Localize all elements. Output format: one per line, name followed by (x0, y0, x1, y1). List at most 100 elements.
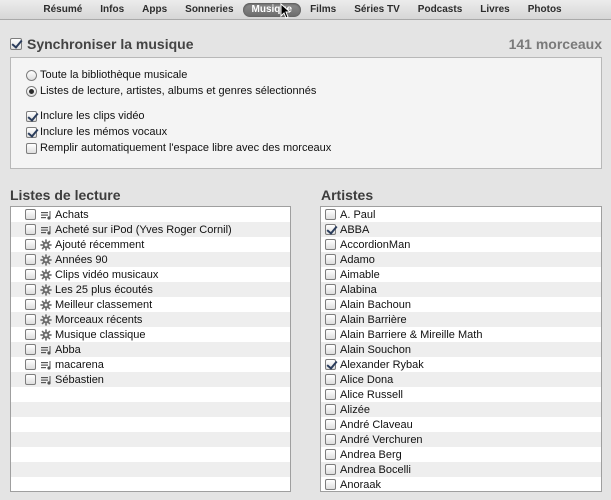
artist-item[interactable]: Alice Russell (321, 387, 601, 402)
playlist-icon (40, 224, 52, 236)
artists-title: Artistes (321, 187, 374, 203)
artist-item[interactable]: Andrea Bocelli (321, 462, 601, 477)
playlist-checkbox[interactable] (25, 209, 36, 220)
playlist-checkbox[interactable] (25, 224, 36, 235)
artist-item[interactable]: Alice Dona (321, 372, 601, 387)
artist-item[interactable]: ABBA (321, 222, 601, 237)
artist-label: Aimable (340, 268, 380, 281)
tab-podcasts[interactable]: Podcasts (409, 3, 471, 17)
artist-item[interactable]: Andrea Berg (321, 447, 601, 462)
playlist-checkbox[interactable] (25, 374, 36, 385)
artist-item[interactable]: Adamo (321, 252, 601, 267)
include-videos-checkbox[interactable] (26, 110, 37, 122)
artist-checkbox[interactable] (325, 434, 336, 445)
playlist-checkbox[interactable] (25, 359, 36, 370)
artist-item[interactable]: Alain Bachoun (321, 297, 601, 312)
playlists-title: Listes de lecture (10, 187, 121, 203)
playlist-checkbox[interactable] (25, 299, 36, 310)
artist-item[interactable]: Alain Souchon (321, 342, 601, 357)
tab-infos[interactable]: Infos (91, 3, 133, 17)
artist-checkbox[interactable] (325, 239, 336, 250)
radio-selected-items[interactable] (26, 85, 37, 97)
playlist-item[interactable]: Ajouté récemment (11, 237, 290, 252)
sync-music-checkbox[interactable] (10, 38, 22, 50)
playlist-label: Abba (55, 343, 81, 356)
include-videos-label: Inclure les clips vidéo (40, 110, 145, 122)
playlist-checkbox[interactable] (25, 284, 36, 295)
playlist-checkbox[interactable] (25, 344, 36, 355)
tab-series-tv[interactable]: Séries TV (345, 3, 409, 17)
playlist-item[interactable]: Abba (11, 342, 290, 357)
playlist-checkbox[interactable] (25, 269, 36, 280)
option-include-videos[interactable]: Inclure les clips vidéo (26, 110, 145, 122)
artist-checkbox[interactable] (325, 374, 336, 385)
artist-item[interactable]: Alain Barrière (321, 312, 601, 327)
artist-checkbox[interactable] (325, 404, 336, 415)
playlist-label: Musique classique (55, 328, 146, 341)
artist-label: Alain Barrière (340, 313, 407, 326)
tab-musique[interactable]: Musique (242, 2, 302, 17)
artist-item[interactable]: Anoraak (321, 477, 601, 491)
playlist-item[interactable]: macarena (11, 357, 290, 372)
artist-item[interactable]: AccordionMan (321, 237, 601, 252)
playlist-item[interactable]: Meilleur classement (11, 297, 290, 312)
playlist-item[interactable]: Morceaux récents (11, 312, 290, 327)
tab-films[interactable]: Films (301, 3, 345, 17)
tab-photos[interactable]: Photos (519, 3, 571, 17)
playlist-item[interactable]: Clips vidéo musicaux (11, 267, 290, 282)
tab-resume[interactable]: Résumé (34, 3, 91, 17)
option-include-memos[interactable]: Inclure les mémos vocaux (26, 126, 167, 138)
artist-item[interactable]: Alabina (321, 282, 601, 297)
artist-checkbox[interactable] (325, 359, 336, 370)
option-selected-items[interactable]: Listes de lecture, artistes, albums et g… (26, 85, 316, 97)
artist-checkbox[interactable] (325, 224, 336, 235)
playlist-checkbox[interactable] (25, 239, 36, 250)
playlist-item[interactable]: Musique classique (11, 327, 290, 342)
artists-list[interactable]: A. Paul ABBA AccordionMan Adamo Aimable Alabi… (320, 206, 602, 492)
playlist-item[interactable]: Les 25 plus écoutés (11, 282, 290, 297)
artist-checkbox[interactable] (325, 419, 336, 430)
artist-item[interactable]: André Verchuren (321, 432, 601, 447)
fill-space-checkbox[interactable] (26, 142, 37, 154)
playlists-list[interactable]: Achats Acheté sur iPod (Yves Roger Cornil… (10, 206, 291, 492)
artist-item[interactable]: Alexander Rybak (321, 357, 601, 372)
option-all-library[interactable]: Toute la bibliothèque musicale (26, 69, 187, 81)
playlist-label: Années 90 (55, 253, 108, 266)
artist-checkbox[interactable] (325, 209, 336, 220)
playlist-checkbox[interactable] (25, 314, 36, 325)
playlist-icon (40, 209, 52, 221)
playlist-item[interactable]: Années 90 (11, 252, 290, 267)
artist-checkbox[interactable] (325, 254, 336, 265)
radio-all-library[interactable] (26, 69, 37, 81)
tab-sonneries[interactable]: Sonneries (176, 3, 242, 17)
artist-checkbox[interactable] (325, 389, 336, 400)
artist-checkbox[interactable] (325, 449, 336, 460)
artist-checkbox[interactable] (325, 464, 336, 475)
artist-checkbox[interactable] (325, 344, 336, 355)
artist-checkbox[interactable] (325, 314, 336, 325)
tab-livres[interactable]: Livres (471, 3, 518, 17)
include-memos-checkbox[interactable] (26, 126, 37, 138)
playlist-item[interactable]: Achats (11, 207, 290, 222)
playlist-checkbox[interactable] (25, 254, 36, 265)
playlist-item[interactable]: Acheté sur iPod (Yves Roger Cornil) (11, 222, 290, 237)
artist-checkbox[interactable] (325, 299, 336, 310)
artist-item[interactable]: Aimable (321, 267, 601, 282)
playlist-item[interactable]: Sébastien (11, 372, 290, 387)
artist-item[interactable]: A. Paul (321, 207, 601, 222)
artist-checkbox[interactable] (325, 269, 336, 280)
artist-item[interactable]: Alizée (321, 402, 601, 417)
playlist-label: macarena (55, 358, 104, 371)
tab-apps[interactable]: Apps (133, 3, 176, 17)
artist-item[interactable]: André Claveau (321, 417, 601, 432)
artist-item[interactable]: Alain Barriere & Mireille Math (321, 327, 601, 342)
option-selected-items-label: Listes de lecture, artistes, albums et g… (40, 85, 317, 97)
artist-label: Alabina (340, 283, 377, 296)
artist-checkbox[interactable] (325, 479, 336, 490)
playlist-checkbox[interactable] (25, 329, 36, 340)
artist-checkbox[interactable] (325, 284, 336, 295)
artist-checkbox[interactable] (325, 329, 336, 340)
artist-label: Anoraak (340, 478, 381, 491)
option-fill-space[interactable]: Remplir automatiquement l'espace libre a… (26, 142, 331, 154)
smart-playlist-icon (40, 298, 52, 311)
